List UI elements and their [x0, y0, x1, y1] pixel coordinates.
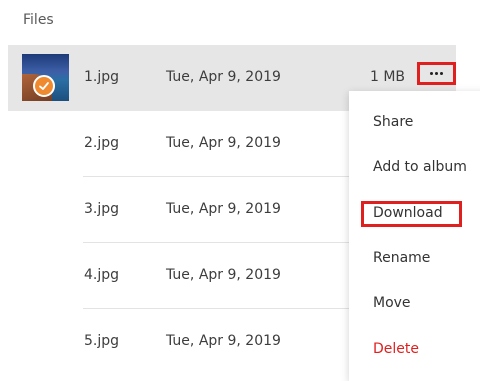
file-name[interactable]: 3.jpg — [84, 201, 119, 217]
selected-check-icon[interactable] — [33, 75, 55, 97]
file-date: Tue, Apr 9, 2019 — [166, 135, 281, 151]
menu-item-add-to-album[interactable]: Add to album — [373, 159, 467, 175]
file-date: Tue, Apr 9, 2019 — [166, 333, 281, 349]
file-name[interactable]: 2.jpg — [84, 135, 119, 151]
menu-item-download[interactable]: Download — [373, 205, 443, 221]
files-section-title: Files — [23, 12, 54, 28]
file-date: Tue, Apr 9, 2019 — [166, 267, 281, 283]
file-name[interactable]: 5.jpg — [84, 333, 119, 349]
menu-item-delete[interactable]: Delete — [373, 341, 419, 357]
file-size: 1 MB — [370, 69, 406, 85]
file-name[interactable]: 4.jpg — [84, 267, 119, 283]
file-context-menu: Share Add to album Download Rename Move … — [349, 91, 480, 381]
checkmark-icon — [39, 82, 49, 90]
file-date: Tue, Apr 9, 2019 — [166, 69, 281, 85]
menu-item-share[interactable]: Share — [373, 114, 413, 130]
more-horizontal-icon — [420, 65, 453, 82]
more-options-button[interactable] — [417, 62, 456, 85]
menu-item-move[interactable]: Move — [373, 295, 411, 311]
menu-item-rename[interactable]: Rename — [373, 250, 430, 266]
file-thumbnail[interactable] — [22, 54, 69, 101]
file-name[interactable]: 1.jpg — [84, 69, 119, 85]
file-date: Tue, Apr 9, 2019 — [166, 201, 281, 217]
